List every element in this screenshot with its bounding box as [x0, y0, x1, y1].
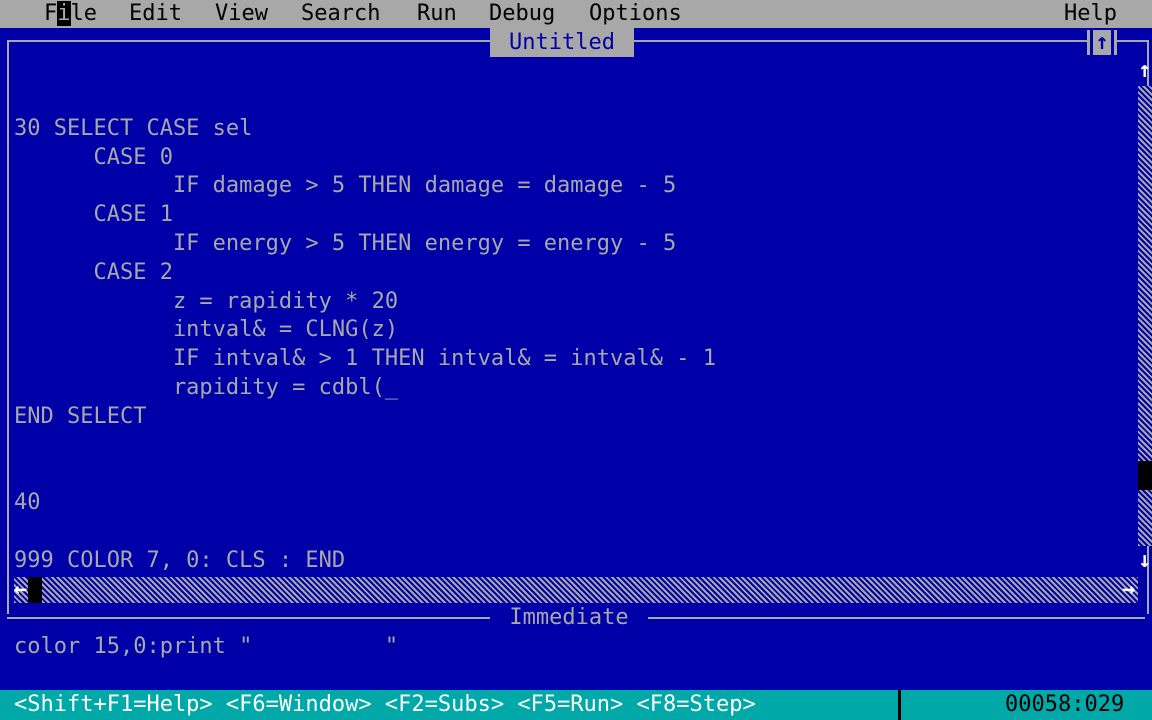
menu-file-cursor: i [57, 1, 71, 26]
scroll-up-icon[interactable]: ↑ [1138, 58, 1151, 83]
menu-help[interactable]: Help [1064, 0, 1117, 28]
code-line[interactable] [14, 86, 1134, 115]
scroll-right-icon[interactable]: → [1122, 577, 1135, 602]
menu-search[interactable]: Search [301, 0, 380, 28]
vertical-scroll-thumb[interactable] [1138, 461, 1152, 490]
menu-options[interactable]: Options [589, 0, 682, 28]
menu-run[interactable]: Run [417, 0, 457, 28]
horizontal-scroll-thumb[interactable] [28, 577, 42, 603]
code-line[interactable]: IF damage > 5 THEN damage = damage - 5 [14, 172, 1134, 201]
menu-edit[interactable]: Edit [129, 0, 182, 28]
code-line[interactable]: 30 SELECT CASE sel [14, 115, 1134, 144]
scroll-left-icon[interactable]: ← [14, 577, 27, 602]
code-line[interactable]: IF intval& > 1 THEN intval& = intval& - … [14, 345, 1134, 374]
scroll-down-icon[interactable]: ↓ [1138, 548, 1151, 573]
status-separator [898, 690, 901, 720]
code-line[interactable] [14, 432, 1134, 461]
menu-debug[interactable]: Debug [489, 0, 555, 28]
code-line[interactable]: CASE 2 [14, 259, 1134, 288]
immediate-title: Immediate [490, 604, 648, 632]
maximize-icon: ↑ [1090, 30, 1114, 55]
code-line[interactable]: 40 [14, 489, 1134, 518]
code-line[interactable]: 999 COLOR 7, 0: CLS : END [14, 547, 1134, 576]
code-line[interactable]: CASE 0 [14, 144, 1134, 173]
code-line[interactable]: END SELECT [14, 403, 1134, 432]
code-editor[interactable]: 30 SELECT CASE sel CASE 0 IF damage > 5 … [14, 86, 1134, 576]
window-title: Untitled [490, 28, 634, 57]
code-line[interactable] [14, 518, 1134, 547]
code-line[interactable]: IF energy > 5 THEN energy = energy - 5 [14, 230, 1134, 259]
code-line[interactable]: intval& = CLNG(z) [14, 316, 1134, 345]
menu-file[interactable]: File [44, 0, 97, 28]
menu-file-rest: le [70, 1, 98, 26]
cursor-position: 00058:029 [1005, 692, 1125, 717]
code-line[interactable]: CASE 1 [14, 201, 1134, 230]
menu-view[interactable]: View [215, 0, 268, 28]
code-line[interactable]: z = rapidity * 20 [14, 288, 1134, 317]
horizontal-scrollbar[interactable] [14, 577, 1138, 603]
menu-bar: File Edit View Search Run Debug Options … [0, 0, 1152, 28]
code-line[interactable]: rapidity = cdbl(_ [14, 374, 1134, 403]
code-line[interactable] [14, 460, 1134, 489]
immediate-input[interactable]: color 15,0:print " " [14, 632, 398, 662]
status-bar: <Shift+F1=Help> <F6=Window> <F2=Subs> <F… [0, 690, 1152, 720]
menu-file-first: F [44, 1, 58, 26]
status-hints: <Shift+F1=Help> <F6=Window> <F2=Subs> <F… [14, 692, 756, 717]
maximize-button[interactable]: ↑ [1084, 28, 1120, 57]
